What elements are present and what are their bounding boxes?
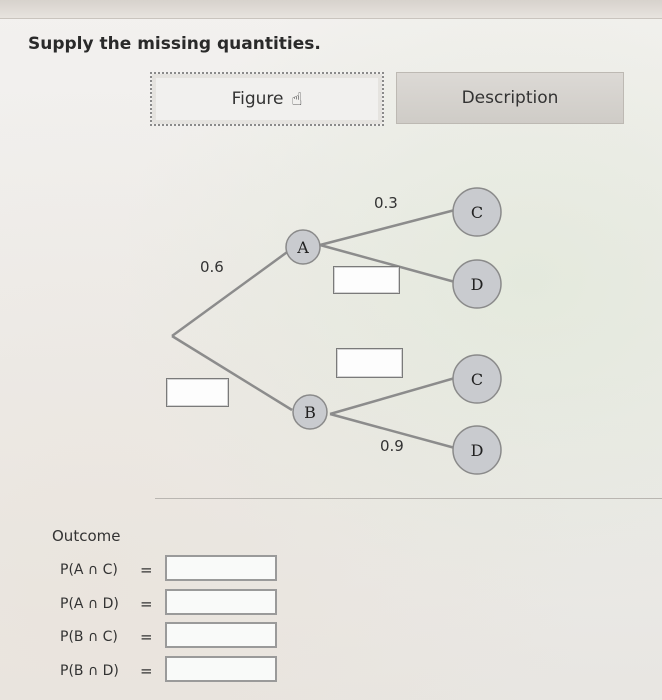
node-b-label: B [304, 403, 316, 422]
value-p-a: 0.6 [200, 258, 224, 276]
input-p-c-given-b[interactable] [336, 348, 403, 378]
outcome-heading: Outcome [52, 527, 121, 545]
input-p-b-and-d[interactable] [165, 656, 277, 682]
value-p-c-given-a: 0.3 [374, 194, 398, 212]
outcome-equals-b-c: = [140, 628, 153, 646]
node-d-top-label: D [471, 275, 484, 294]
input-p-a-and-c[interactable] [165, 555, 277, 581]
section-divider [155, 498, 662, 499]
node-d-bottom-label: D [471, 441, 484, 460]
input-p-d-given-a[interactable] [333, 266, 400, 294]
outcome-equals-a-d: = [140, 595, 153, 613]
outcome-label-a-d: P(A ∩ D) [60, 596, 119, 612]
branch-a-c [319, 208, 456, 247]
outcome-equals-a-c: = [140, 561, 153, 579]
outcome-label-a-c: P(A ∩ C) [60, 562, 118, 578]
outcome-equals-b-d: = [140, 662, 153, 680]
input-p-b[interactable] [166, 378, 229, 407]
branch-b-c [329, 376, 456, 416]
outcome-label-b-d: P(B ∩ D) [60, 663, 119, 679]
node-c-top-label: C [471, 203, 483, 222]
node-a-label: A [296, 238, 309, 257]
node-c-bottom-label: C [471, 370, 483, 389]
outcome-label-b-c: P(B ∩ C) [60, 629, 118, 645]
probability-tree-diagram: A B C D C D [171, 187, 502, 475]
input-p-a-and-d[interactable] [165, 589, 277, 615]
value-p-d-given-b: 0.9 [380, 437, 404, 455]
branch-root-a [171, 248, 291, 338]
input-p-b-and-c[interactable] [165, 622, 277, 648]
